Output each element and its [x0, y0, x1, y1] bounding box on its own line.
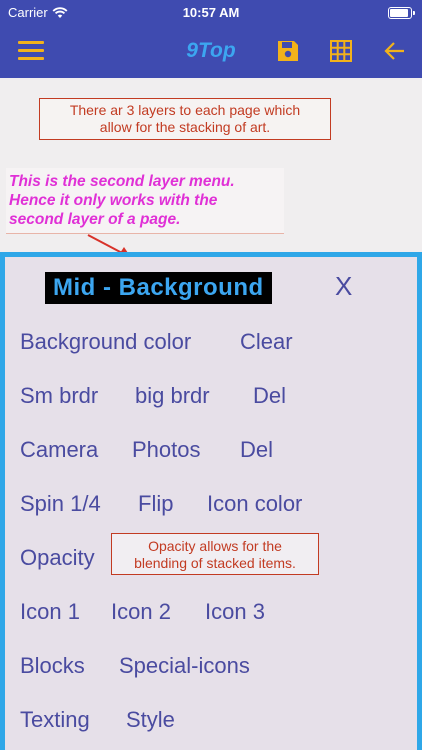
opacity-button[interactable]: Opacity [20, 545, 95, 571]
camera-button[interactable]: Camera [20, 437, 98, 463]
grid-icon[interactable] [329, 39, 353, 63]
icon-1-button[interactable]: Icon 1 [20, 599, 80, 625]
status-time: 10:57 AM [182, 5, 240, 20]
close-button[interactable]: X [335, 271, 352, 302]
icon-3-button[interactable]: Icon 3 [205, 599, 265, 625]
app-title: 9Top [186, 39, 236, 62]
opacity-callout: Opacity allows for the blending of stack… [111, 533, 319, 575]
layers-callout: There ar 3 layers to each page which all… [39, 98, 331, 140]
callout-line: Opacity allows for the [148, 538, 282, 554]
save-icon[interactable] [276, 39, 300, 63]
battery-icon [388, 7, 415, 19]
style-button[interactable]: Style [126, 707, 175, 733]
second-layer-note: This is the second layer menu. Hence it … [6, 168, 284, 234]
spin-quarter-button[interactable]: Spin 1/4 [20, 491, 101, 517]
delete-border-button[interactable]: Del [253, 383, 286, 409]
callout-line: blending of stacked items. [134, 555, 296, 571]
icon-2-button[interactable]: Icon 2 [111, 599, 171, 625]
nav-bar: 9Top [0, 26, 422, 78]
blocks-button[interactable]: Blocks [20, 653, 85, 679]
note-line: Hence it only works with the [9, 192, 218, 209]
callout-line: There ar 3 layers to each page which [69, 102, 301, 118]
flip-button[interactable]: Flip [138, 491, 173, 517]
delete-image-button[interactable]: Del [240, 437, 273, 463]
back-arrow-icon[interactable] [383, 39, 407, 63]
background-color-button[interactable]: Background color [20, 329, 191, 355]
icon-color-button[interactable]: Icon color [207, 491, 302, 517]
photos-button[interactable]: Photos [132, 437, 201, 463]
clear-button[interactable]: Clear [240, 329, 293, 355]
layer-menu-panel: Mid - Background X Background color Clea… [0, 252, 422, 750]
small-border-button[interactable]: Sm brdr [20, 383, 98, 409]
special-icons-button[interactable]: Special-icons [119, 653, 250, 679]
status-bar: Carrier 10:57 AM [0, 0, 422, 26]
note-line: second layer of a page. [9, 211, 181, 228]
callout-line: allow for the stacking of art. [99, 119, 271, 135]
note-line: This is the second layer menu. [9, 173, 235, 190]
big-border-button[interactable]: big brdr [135, 383, 210, 409]
panel-title: Mid - Background [45, 272, 272, 304]
texting-button[interactable]: Texting [20, 707, 90, 733]
